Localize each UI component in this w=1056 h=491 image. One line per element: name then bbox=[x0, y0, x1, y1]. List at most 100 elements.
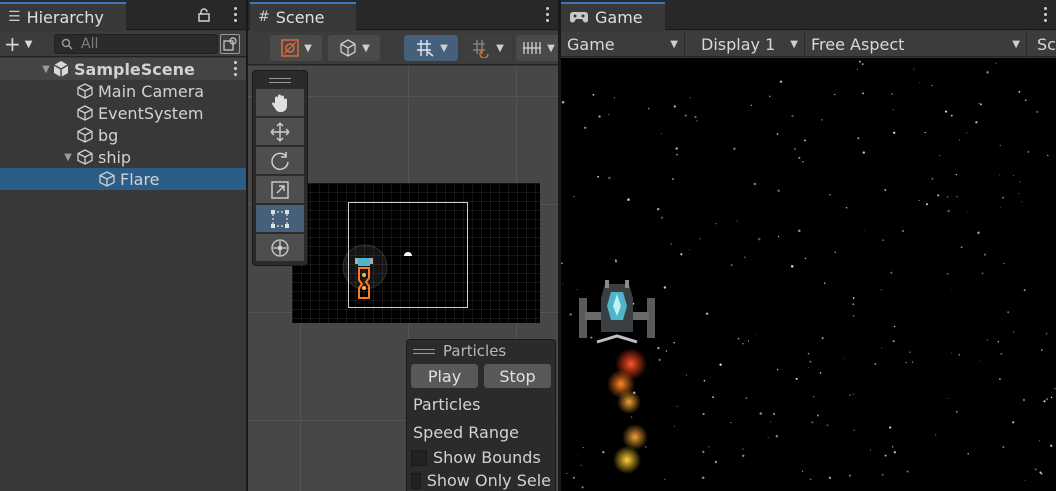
search-scene-icon bbox=[223, 37, 237, 51]
rotate-icon bbox=[271, 151, 289, 170]
tab-hierarchy-label: Hierarchy bbox=[26, 7, 104, 27]
render-mode-button[interactable]: ▼ bbox=[328, 35, 380, 61]
list-icon: ☰ bbox=[8, 9, 21, 25]
show-only-selected-toggle[interactable]: Show Only Sele bbox=[407, 469, 555, 491]
scale-tool[interactable] bbox=[256, 176, 304, 203]
search-input[interactable] bbox=[81, 36, 201, 52]
hierarchy-tab-bar: ☰ Hierarchy bbox=[0, 0, 246, 30]
hand-tool[interactable] bbox=[256, 89, 304, 116]
dropdown-arrow-icon: ▼ bbox=[304, 42, 312, 54]
particles-stop-button[interactable]: Stop bbox=[484, 364, 551, 388]
expand-arrow-icon[interactable]: ▼ bbox=[60, 152, 76, 163]
dropdown-arrow-icon: ▼ bbox=[496, 42, 504, 54]
flare-particles bbox=[607, 348, 648, 474]
hierarchy-toolbar: + ▼ bbox=[0, 31, 246, 57]
dropdown-arrow-icon: ▼ bbox=[790, 38, 798, 50]
scene-viewport[interactable]: Particles Play Stop Particles Speed Rang… bbox=[248, 66, 558, 491]
plus-icon: + bbox=[4, 32, 21, 56]
gamepad-icon bbox=[570, 12, 588, 23]
tab-game-label: Game bbox=[595, 7, 643, 27]
transform-icon bbox=[271, 238, 289, 257]
show-bounds-label: Show Bounds bbox=[433, 448, 541, 467]
display-dropdown[interactable]: Display 1 ▼ bbox=[695, 31, 805, 57]
tab-scene-label: Scene bbox=[275, 7, 325, 27]
tab-hierarchy[interactable]: ☰ Hierarchy bbox=[0, 2, 126, 30]
increment-snap-button[interactable]: ▼ bbox=[462, 35, 512, 61]
search-icon bbox=[61, 38, 73, 50]
shaded-cube-icon bbox=[340, 39, 356, 57]
scene-menu-icon[interactable] bbox=[234, 61, 238, 77]
hierarchy-item-label: EventSystem bbox=[98, 103, 204, 123]
gameobject-cube-icon bbox=[77, 149, 93, 165]
lock-icon[interactable] bbox=[198, 8, 210, 22]
tab-scene[interactable]: # Scene bbox=[250, 2, 356, 30]
gameobject-cube-icon bbox=[77, 83, 93, 99]
hierarchy-item-eventsystem[interactable]: EventSystem bbox=[0, 102, 246, 124]
aspect-dropdown[interactable]: Free Aspect ▼ bbox=[805, 31, 1027, 57]
scene-menu-icon[interactable] bbox=[546, 7, 550, 23]
grid-snap-button[interactable]: ▼ bbox=[404, 35, 458, 61]
hierarchy-item-main-camera[interactable]: Main Camera bbox=[0, 80, 246, 102]
scene-name: SampleScene bbox=[74, 59, 195, 79]
gameobject-cube-icon bbox=[77, 127, 93, 143]
show-bounds-toggle[interactable]: Show Bounds bbox=[407, 446, 555, 469]
hierarchy-menu-icon[interactable] bbox=[234, 7, 238, 23]
grid-snap-icon bbox=[417, 40, 434, 57]
gameobject-cube-icon bbox=[77, 105, 93, 121]
dropdown-arrow-icon: ▼ bbox=[670, 38, 678, 50]
search-scene-button[interactable] bbox=[220, 34, 240, 54]
game-viewport[interactable] bbox=[561, 58, 1056, 491]
dropdown-arrow-icon: ▼ bbox=[1012, 38, 1020, 50]
dropdown-arrow-icon: ▼ bbox=[440, 42, 448, 54]
show-bounds-checkbox[interactable] bbox=[411, 449, 427, 466]
hierarchy-item-label: Main Camera bbox=[98, 81, 205, 101]
tab-game[interactable]: Game bbox=[561, 2, 665, 30]
scene-tab-bar: # Scene bbox=[248, 0, 558, 30]
hierarchy-item-label: ship bbox=[98, 147, 132, 167]
hierarchy-item-ship[interactable]: ▼ ship bbox=[0, 146, 246, 168]
grid-visibility-button[interactable]: ▼ bbox=[516, 35, 558, 61]
expand-arrow-icon[interactable]: ▼ bbox=[40, 64, 52, 75]
dropdown-arrow-icon: ▼ bbox=[24, 38, 33, 50]
particles-overlay: Particles Play Stop Particles Speed Rang… bbox=[406, 339, 556, 491]
overlay-grip[interactable] bbox=[413, 348, 435, 354]
grid-lines-icon bbox=[523, 42, 542, 54]
game-mode-dropdown[interactable]: Game ▼ bbox=[561, 31, 685, 57]
hierarchy-tree: ▼ SampleScene Main Camera EventSystem bg… bbox=[0, 58, 246, 190]
show-only-selected-label: Show Only Sele bbox=[426, 471, 551, 490]
hierarchy-item-flare[interactable]: Flare bbox=[0, 168, 246, 190]
transform-tool[interactable] bbox=[256, 234, 304, 261]
game-mode-value: Game bbox=[567, 34, 615, 54]
rotate-tool[interactable] bbox=[256, 147, 304, 174]
draw-mode-icon bbox=[281, 39, 299, 57]
unity-scene-icon bbox=[53, 61, 69, 77]
hierarchy-item-bg[interactable]: bg bbox=[0, 124, 246, 146]
particles-overlay-header[interactable]: Particles bbox=[407, 340, 555, 362]
rect-tool[interactable] bbox=[256, 205, 304, 232]
hierarchy-search[interactable] bbox=[54, 34, 218, 54]
increment-snap-icon bbox=[473, 40, 489, 58]
draw-mode-button[interactable]: ▼ bbox=[270, 35, 322, 61]
scale-label: Sc bbox=[1037, 34, 1056, 54]
particles-play-button[interactable]: Play bbox=[411, 364, 478, 388]
move-arrows-icon bbox=[270, 122, 290, 141]
add-object-button[interactable]: + ▼ bbox=[4, 32, 40, 56]
ship-sprite-scene[interactable] bbox=[338, 242, 398, 312]
scene-camera-gizmo-icon[interactable] bbox=[402, 250, 414, 260]
hierarchy-panel: ☰ Hierarchy +▼ ▼ bbox=[0, 0, 246, 491]
overlay-grip[interactable] bbox=[253, 71, 307, 89]
aspect-value: Free Aspect bbox=[811, 34, 905, 54]
game-toolbar: Game ▼ Display 1 ▼ Free Aspect ▼ Sc bbox=[561, 31, 1056, 57]
game-menu-icon[interactable] bbox=[1044, 7, 1048, 23]
show-only-selected-checkbox[interactable] bbox=[411, 472, 421, 489]
scale-control[interactable]: Sc bbox=[1031, 31, 1056, 57]
speed-range-label: Speed Range bbox=[413, 422, 519, 442]
scene-row[interactable]: ▼ SampleScene bbox=[0, 58, 246, 80]
game-panel: Game Game ▼ Display 1 ▼ Free Aspect ▼ Sc bbox=[561, 0, 1056, 491]
move-tool[interactable] bbox=[256, 118, 304, 145]
scene-panel: # Scene ▼ ▼ ▼ ▼ ▼ Particles Play Stop Pa… bbox=[248, 0, 558, 491]
hierarchy-item-label: Flare bbox=[120, 169, 160, 189]
game-tab-bar: Game bbox=[561, 0, 1056, 30]
dropdown-arrow-icon: ▼ bbox=[362, 42, 370, 54]
tools-overlay bbox=[252, 70, 308, 266]
